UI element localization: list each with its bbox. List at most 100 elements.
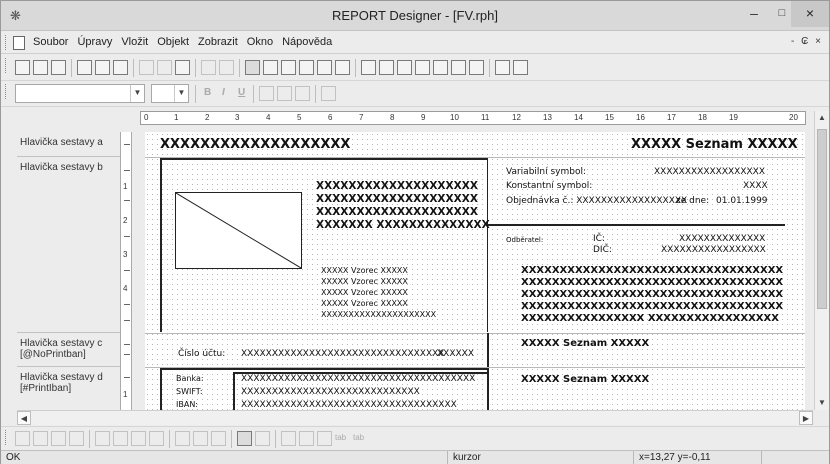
band-label-c[interactable]: Hlavička sestavy c [@NoPrintban] — [17, 333, 120, 367]
scroll-left-icon[interactable]: ◀ — [17, 411, 31, 425]
menu-upravy[interactable]: Úpravy — [77, 36, 112, 48]
space-vertical-icon[interactable] — [113, 431, 128, 446]
align-left-icon[interactable] — [259, 86, 274, 101]
cut-icon[interactable] — [139, 60, 154, 75]
vzorec-line[interactable]: XXXXX Vzorec XXXXX — [321, 299, 408, 308]
menu-zobrazit[interactable]: Zobrazit — [198, 36, 238, 48]
constant-symbol-field[interactable]: XXXX — [743, 181, 768, 191]
redo-icon[interactable] — [219, 60, 234, 75]
menu-objekt[interactable]: Objekt — [157, 36, 189, 48]
report-title-field[interactable]: XXXXX Seznam XXXXX — [521, 338, 649, 349]
scroll-down-icon[interactable]: ▼ — [815, 396, 829, 410]
image-icon[interactable] — [379, 60, 394, 75]
paste-icon[interactable] — [175, 60, 190, 75]
sum-icon[interactable] — [299, 60, 314, 75]
company-line[interactable]: XXXXXXXXXXXXXXXXXXXX — [316, 180, 478, 192]
vzorec-line[interactable]: XXXXXXXXXXXXXXXXXXXXX — [321, 310, 436, 319]
vzorec-line[interactable]: XXXXX Vzorec XXXXX — [321, 266, 408, 275]
send-back-icon[interactable] — [299, 431, 314, 446]
zoom-in-icon[interactable] — [495, 60, 510, 75]
align-tops-icon[interactable] — [51, 431, 66, 446]
print-icon[interactable] — [77, 60, 92, 75]
line-icon[interactable] — [335, 60, 350, 75]
label-ab-icon[interactable] — [281, 60, 296, 75]
copy-icon[interactable] — [157, 60, 172, 75]
table-icon[interactable] — [397, 60, 412, 75]
ic-field[interactable]: XXXXXXXXXXXXXX — [679, 234, 765, 244]
undo-icon[interactable] — [201, 60, 216, 75]
order-date-field[interactable]: 01.01.1999 — [716, 196, 768, 206]
pointer-wand-icon[interactable] — [113, 60, 128, 75]
open-file-icon[interactable] — [33, 60, 48, 75]
customer-line[interactable]: XXXXXXXXXXXXXXXX XXXXXXXXXXXXXXXXX — [521, 313, 779, 324]
vertical-scrollbar[interactable]: ▲ ▼ — [814, 111, 829, 410]
company-line[interactable]: XXXXXXX XXXXXXXXXXXXXX — [316, 219, 490, 231]
align-rights-icon[interactable] — [33, 431, 48, 446]
customer-line[interactable]: XXXXXXXXXXXXXXXXXXXXXXXXXXXXXXXXXX — [521, 289, 783, 300]
frame-icon[interactable] — [433, 60, 448, 75]
minimize-button[interactable]: – — [739, 1, 769, 27]
same-width-icon[interactable] — [175, 431, 190, 446]
menu-napoveda[interactable]: Nápověda — [282, 36, 332, 48]
chart-icon[interactable] — [469, 60, 484, 75]
logo-placeholder[interactable] — [175, 192, 302, 269]
tab-order-button[interactable]: tab — [353, 433, 364, 442]
formula-icon[interactable] — [317, 60, 332, 75]
dic-field[interactable]: XXXXXXXXXXXXXXXXX — [661, 245, 766, 255]
vzorec-line[interactable]: XXXXX Vzorec XXXXX — [321, 288, 408, 297]
scroll-right-icon[interactable]: ▶ — [799, 411, 813, 425]
vertical-scroll-thumb[interactable] — [817, 129, 827, 309]
report-title-field[interactable]: XXXXX Seznam XXXXX — [631, 137, 798, 152]
rectangle-icon[interactable] — [415, 60, 430, 75]
bank-code-field[interactable]: XXXXXX — [437, 349, 474, 359]
center-vertical-icon[interactable] — [149, 431, 164, 446]
align-right-icon[interactable] — [295, 86, 310, 101]
menu-vlozit[interactable]: Vložit — [121, 36, 148, 48]
menu-okno[interactable]: Okno — [247, 36, 273, 48]
underline-button[interactable]: U — [238, 87, 245, 98]
report-title-field[interactable]: XXXXX Seznam XXXXX — [521, 374, 649, 385]
italic-button[interactable]: I — [222, 87, 225, 98]
mdi-window-controls[interactable]: - ₢ × — [791, 36, 823, 47]
company-line[interactable]: XXXXXXXXXXXXXXXXXXXX — [316, 206, 478, 218]
chevron-down-icon[interactable]: ▼ — [174, 85, 188, 102]
customer-line[interactable]: XXXXXXXXXXXXXXXXXXXXXXXXXXXXXXXXXX — [521, 301, 783, 312]
center-horizontal-icon[interactable] — [131, 431, 146, 446]
snap-icon[interactable] — [255, 431, 270, 446]
tab-order-button[interactable]: tab — [335, 433, 346, 442]
properties-icon[interactable] — [321, 86, 336, 101]
grid-icon[interactable] — [237, 431, 252, 446]
band-label-b[interactable]: Hlavička sestavy b — [17, 157, 120, 333]
report-canvas[interactable]: XXXXXXXXXXXXXXXXXXX XXXXX Seznam XXXXX X… — [145, 132, 805, 410]
toolbar-grip[interactable] — [5, 84, 8, 99]
bring-front-icon[interactable] — [281, 431, 296, 446]
tab-order-icon[interactable] — [317, 431, 332, 446]
save-icon[interactable] — [51, 60, 66, 75]
company-line[interactable]: XXXXXXXXXXXXXXXXXXXX — [316, 193, 478, 205]
account-number-field[interactable]: XXXXXXXXXXXXXXXXXXXXXXXXXXXXXXXXX — [241, 349, 444, 359]
subreport-icon[interactable] — [451, 60, 466, 75]
toolbar-grip[interactable] — [5, 430, 8, 445]
customer-line[interactable]: XXXXXXXXXXXXXXXXXXXXXXXXXXXXXXXXXX — [521, 265, 783, 276]
vzorec-line[interactable]: XXXXX Vzorec XXXXX — [321, 277, 408, 286]
select-arrow-icon[interactable] — [245, 60, 260, 75]
swift-field[interactable]: XXXXXXXXXXXXXXXXXXXXXXXXXXXXX — [241, 387, 420, 397]
menu-soubor[interactable]: Soubor — [33, 36, 68, 48]
variable-symbol-field[interactable]: XXXXXXXXXXXXXXXXXX — [654, 167, 765, 177]
iban-field[interactable]: XXXXXXXXXXXXXXXXXXXXXXXXXXXXXXXXXXX — [241, 400, 457, 410]
bank-field[interactable]: XXXXXXXXXXXXXXXXXXXXXXXXXXXXXXXXXXXXXX — [241, 374, 475, 384]
bold-button[interactable]: B — [204, 87, 211, 98]
text-field-icon[interactable] — [263, 60, 278, 75]
close-button[interactable]: × — [791, 1, 829, 27]
scroll-up-icon[interactable]: ▲ — [815, 111, 829, 125]
document-icon[interactable] — [13, 36, 25, 50]
toolbar-grip[interactable] — [5, 58, 8, 73]
toolbar-grip[interactable] — [5, 35, 8, 50]
font-combo[interactable]: ▼ — [15, 84, 145, 103]
report-header-left-field[interactable]: XXXXXXXXXXXXXXXXXXX — [160, 137, 350, 152]
zoom-out-icon[interactable] — [513, 60, 528, 75]
align-bottoms-icon[interactable] — [69, 431, 84, 446]
new-file-icon[interactable] — [15, 60, 30, 75]
customer-line[interactable]: XXXXXXXXXXXXXXXXXXXXXXXXXXXXXXXXXX — [521, 277, 783, 288]
horizontal-scrollbar[interactable]: ◀ ▶ — [17, 410, 813, 425]
